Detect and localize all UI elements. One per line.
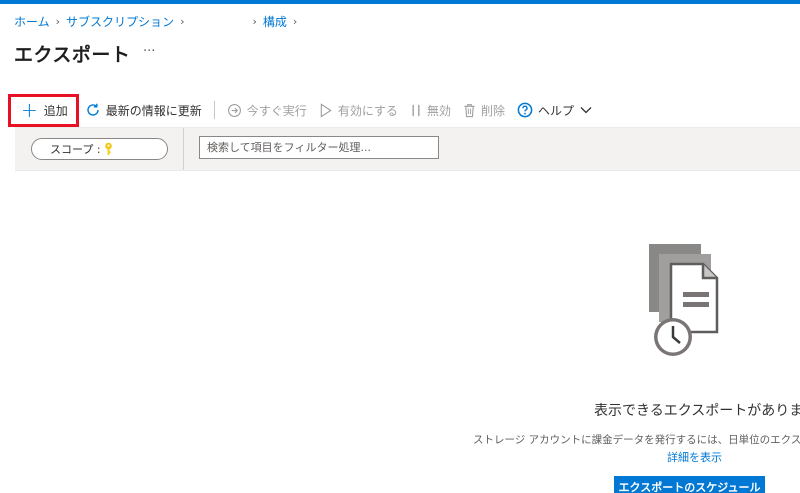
breadcrumb: ホーム › サブスクリプション › › 構成 › — [14, 13, 303, 30]
run-circle-icon — [227, 103, 242, 118]
disable-button[interactable]: 無効 — [404, 94, 457, 126]
chevron-right-icon: › — [252, 15, 257, 28]
key-icon — [104, 142, 113, 156]
scheduled-documents-icon — [643, 240, 743, 360]
delete-button-label: 削除 — [480, 103, 505, 118]
page-title: エクスポート — [14, 44, 131, 66]
schedule-export-button[interactable]: エクスポートのスケジュール — [614, 476, 765, 493]
enable-button[interactable]: 有効にする — [313, 94, 404, 126]
play-icon — [319, 102, 333, 118]
more-options-button[interactable]: ··· — [143, 44, 155, 59]
filter-divider — [183, 128, 184, 170]
breadcrumb-home[interactable]: ホーム — [14, 13, 50, 30]
pause-icon — [410, 103, 422, 118]
breadcrumb-config[interactable]: 構成 — [263, 13, 287, 30]
trash-icon — [463, 103, 476, 118]
question-circle-icon — [517, 102, 533, 118]
refresh-button[interactable]: 最新の情報に更新 — [79, 94, 208, 126]
command-bar: + 追加 最新の情報に更新 今すぐ実行 有効にする 無効 削除 ヘルプ — [8, 93, 598, 127]
delete-button[interactable]: 削除 — [457, 94, 511, 126]
add-button[interactable]: + 追加 — [8, 93, 79, 127]
chevron-right-icon: › — [180, 15, 185, 28]
refresh-icon — [85, 102, 101, 118]
toolbar-divider — [213, 101, 215, 119]
help-button[interactable]: ヘルプ — [511, 94, 598, 126]
enable-button-label: 有効にする — [337, 103, 398, 118]
refresh-button-label: 最新の情報に更新 — [105, 103, 202, 118]
search-filter-input[interactable] — [199, 136, 439, 159]
filter-bar: スコープ : — [15, 127, 800, 171]
disable-button-label: 無効 — [426, 103, 451, 118]
empty-state-title: 表示できるエクスポートがありません — [594, 403, 800, 419]
scope-label: スコープ : — [50, 143, 101, 156]
plus-icon: + — [21, 98, 38, 122]
empty-state-description: ストレージ アカウントに課金データを発行するには、日単位のエクスポ — [473, 434, 800, 446]
breadcrumb-subscriptions[interactable]: サブスクリプション — [66, 13, 174, 30]
chevron-right-icon: › — [55, 15, 61, 28]
scope-pill-button[interactable]: スコープ : — [31, 138, 168, 160]
top-accent-bar — [0, 0, 800, 4]
help-button-label: ヘルプ — [537, 103, 574, 118]
run-now-button-label: 今すぐ実行 — [246, 103, 307, 118]
learn-more-link[interactable]: 詳細を表示 — [667, 449, 722, 465]
chevron-right-icon: › — [292, 15, 298, 28]
add-button-label: 追加 — [43, 103, 68, 118]
run-now-button[interactable]: 今すぐ実行 — [221, 94, 313, 126]
chevron-down-icon — [580, 106, 592, 114]
